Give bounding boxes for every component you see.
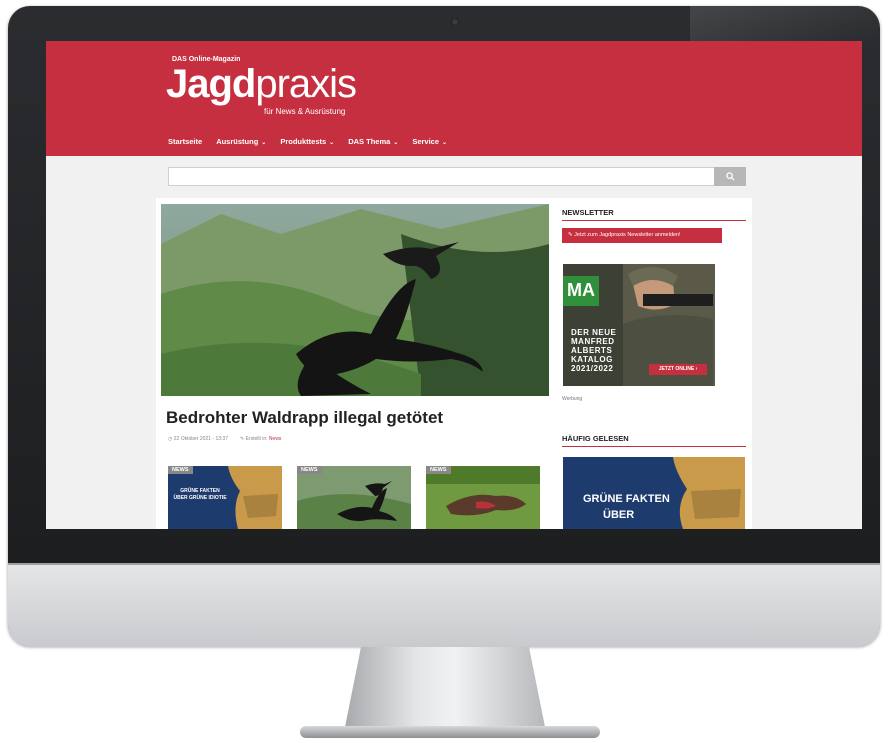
animal-thumbnail [426,466,540,529]
newsletter-heading: NEWSLETTER [562,208,614,217]
ad-text-line: ALBERTS [571,346,613,355]
bird-photo [161,204,549,396]
article-headline[interactable]: Bedrohter Waldrapp illegal getötet [166,408,443,428]
chevron-down-icon: ⌄ [393,140,399,146]
article-date: 22 Oktober 2021 - 13:37 [173,436,228,442]
ad-logo: MA [567,280,595,300]
bird-thumbnail [297,466,411,529]
logo-light-part: praxis [255,62,357,106]
nav-item-produkttests[interactable]: Produkttests ⌄ [280,137,334,146]
article-cards: NEWS GRÜNE FAKTEN ÜBER GRÜNE IDIOTIE NEW… [168,466,540,529]
nav-label: Service [412,137,440,146]
nav-item-startseite[interactable]: Startseite [168,137,202,146]
category-link[interactable]: News [269,436,282,442]
chevron-right-icon: › [695,366,698,372]
ad-text-line: KATALOG [571,355,613,364]
article-meta: ◷ 22 Oktober 2021 - 13:37 ✎ Erstellt in:… [168,436,281,442]
webcam [451,18,459,26]
popular-divider [562,446,746,447]
article-card[interactable]: NEWS [426,466,540,529]
ad-label: Werbung [562,396,583,402]
content-area: Bedrohter Waldrapp illegal getötet ◷ 22 … [156,198,752,529]
date-row: ◷ 22 Oktober 2021 - 13:37 [168,436,228,442]
logo-subtitle: für News & Ausrüstung [264,107,346,116]
news-badge: NEWS [297,466,322,474]
chevron-down-icon: ⌄ [442,140,448,146]
ad-text-line: DER NEUE [571,328,617,337]
chevron-down-icon: ⌄ [329,140,335,146]
monitor-chin [8,563,880,647]
newsletter-button-label: Jetzt zum Jagdpraxis Newsletter anmelden… [574,232,681,238]
category-prefix: Erstellt in: [245,436,268,442]
nav-label: Startseite [168,137,203,146]
popular-text-1: GRÜNE FAKTEN [583,493,670,505]
ad-text: DER NEUE MANFRED ALBERTS KATALOG 2021/20… [571,328,616,373]
popular-article-image[interactable]: GRÜNE FAKTEN ÜBER [563,457,745,529]
main-nav: Startseite Ausrüstung ⌄ Produkttests ⌄ DAS… [168,137,447,146]
site-header: DAS Online-Magazin Jagdpraxis für News &… [46,41,862,156]
ad-text-line: MANFRED [571,337,615,346]
chevron-down-icon: ⌄ [261,140,267,146]
browser-screen: DAS Online-Magazin Jagdpraxis für News &… [46,41,862,529]
category-row: ✎ Erstellt in: News [240,436,281,442]
news-badge: NEWS [426,466,451,474]
nav-item-das-thema[interactable]: DAS Thema ⌄ [348,137,398,146]
ad-cta-label: JETZT ONLINE [658,366,695,372]
article-card[interactable]: NEWS [297,466,411,529]
search-input[interactable] [168,167,746,186]
popular-heading: HÄUFIG GELESEN [562,434,629,443]
nav-label: DAS Thema [348,137,391,146]
search-button[interactable] [714,167,746,186]
hero-image[interactable] [161,204,549,396]
ad-text-line: 2021/2022 [571,364,614,373]
search-icon [725,172,735,181]
nav-label: Produkttests [280,137,327,146]
newsletter-divider [562,220,746,221]
advertisement-banner[interactable]: MA DER NEUE MANFRED ALBERTS KATALOG 2021… [563,264,715,386]
news-badge: NEWS [168,466,193,474]
logo-bold-part: Jagd [166,62,256,106]
site-logo[interactable]: Jagdpraxis [166,62,357,106]
newsletter-signup-button[interactable]: ✎ Jetzt zum Jagdpraxis Newsletter anmeld… [562,228,722,243]
chin-divider [8,563,880,565]
nav-item-service[interactable]: Service ⌄ [412,137,447,146]
monitor-stand-base [300,726,600,738]
nav-label: Ausrüstung [216,137,259,146]
article-card[interactable]: NEWS GRÜNE FAKTEN ÜBER GRÜNE IDIOTIE [168,466,282,529]
ad-cta-button[interactable]: JETZT ONLINE › [649,364,707,375]
popular-text-2: ÜBER [603,509,635,521]
monitor-stand [345,647,545,727]
nav-item-ausruestung[interactable]: Ausrüstung ⌄ [216,137,266,146]
card-overlay-text: GRÜNE FAKTEN ÜBER GRÜNE IDIOTIE [173,488,227,501]
